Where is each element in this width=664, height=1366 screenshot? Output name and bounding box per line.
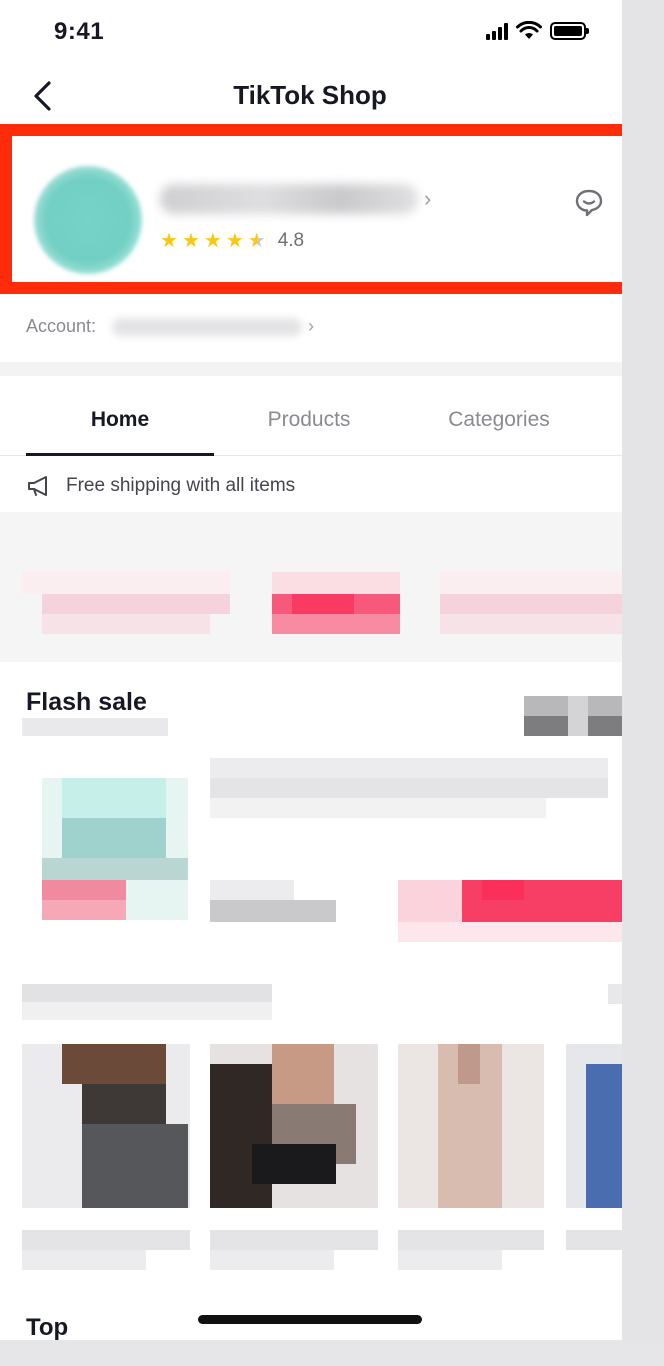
chat-button[interactable]	[572, 186, 606, 220]
buy-now-button[interactable]	[398, 880, 630, 942]
star-icon: ★	[181, 230, 200, 252]
account-name-redacted	[112, 317, 303, 336]
cellular-signal-icon	[486, 22, 508, 40]
megaphone-icon	[28, 476, 47, 496]
star-icon: ★	[203, 230, 222, 252]
section-divider	[0, 362, 622, 376]
shipping-announcement[interactable]: Free shipping with all items	[26, 474, 295, 498]
product-card[interactable]	[566, 1044, 622, 1270]
account-row[interactable]: Account: ›	[26, 316, 314, 337]
tab-products[interactable]: Products	[214, 388, 404, 455]
product-card[interactable]	[210, 1044, 378, 1270]
product-card[interactable]	[22, 1044, 190, 1270]
page-title: TikTok Shop	[233, 80, 387, 110]
product-card[interactable]	[398, 1044, 544, 1270]
tab-home[interactable]: Home	[26, 388, 214, 456]
chevron-right-icon: ›	[424, 186, 432, 211]
account-label: Account:	[26, 316, 97, 336]
flash-sale-title: Flash sale	[26, 688, 147, 716]
home-indicator	[198, 1315, 422, 1324]
product-section-header-redacted	[22, 984, 272, 1020]
flash-sale-subtitle-redacted	[22, 718, 168, 736]
star-icon: ★	[160, 230, 178, 252]
status-time: 9:41	[54, 18, 105, 45]
coupon-card[interactable]	[22, 572, 230, 636]
rating-value: 4.8	[277, 230, 305, 251]
flash-sale-product-image[interactable]	[42, 778, 188, 920]
screenshot-margin	[622, 0, 664, 1366]
wifi-icon	[516, 21, 542, 39]
star-icon: ★	[225, 230, 244, 252]
battery-icon	[550, 22, 589, 40]
flash-sale-product-title-redacted	[210, 758, 608, 818]
half-star-icon: ★	[247, 230, 266, 252]
shop-name-redacted[interactable]	[160, 184, 418, 214]
flash-sale-timer-redacted	[524, 696, 630, 736]
claim-coupon-button[interactable]	[272, 572, 400, 636]
flash-sale-price-redacted	[210, 880, 336, 922]
shop-header-highlight[interactable]: › ★ ★ ★ ★ ★ 4.8	[0, 124, 634, 294]
shop-avatar[interactable]	[34, 166, 142, 274]
chat-icon	[575, 189, 603, 217]
chevron-right-icon: ›	[308, 316, 315, 336]
shop-tabs: Home Products Categories	[0, 388, 622, 456]
section-title-top: Top	[26, 1314, 69, 1340]
screenshot-margin	[0, 1340, 664, 1366]
tab-categories[interactable]: Categories	[404, 388, 594, 455]
status-icons	[486, 20, 589, 42]
shop-rating: ★ ★ ★ ★ ★ 4.8	[160, 230, 304, 252]
announcement-text: Free shipping with all items	[66, 475, 296, 496]
